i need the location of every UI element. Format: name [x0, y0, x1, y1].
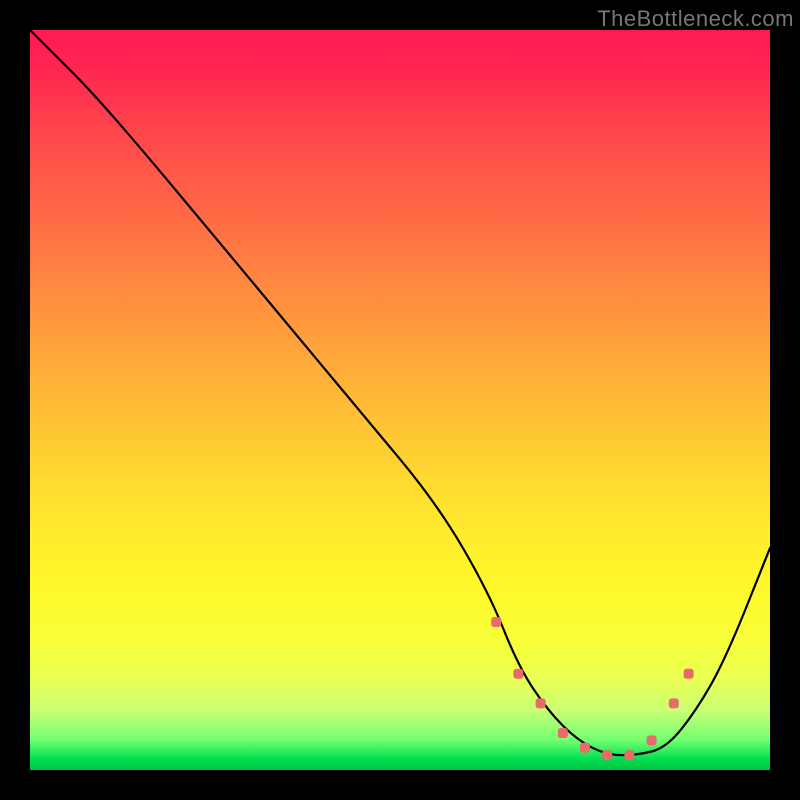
watermark-label: TheBottleneck.com: [597, 6, 794, 32]
optimal-marker: [684, 669, 694, 679]
optimal-marker: [580, 743, 590, 753]
optimal-marker: [536, 698, 546, 708]
optimal-marker: [669, 698, 679, 708]
optimal-marker: [558, 728, 568, 738]
bottleneck-curve: [30, 30, 770, 755]
optimal-zone-markers: [491, 617, 693, 760]
chart: TheBottleneck.com: [0, 0, 800, 800]
optimal-marker: [602, 750, 612, 760]
optimal-marker: [647, 735, 657, 745]
optimal-marker: [624, 750, 634, 760]
optimal-marker: [513, 669, 523, 679]
optimal-marker: [491, 617, 501, 627]
curve-layer: [30, 30, 770, 770]
plot-area: [30, 30, 770, 770]
